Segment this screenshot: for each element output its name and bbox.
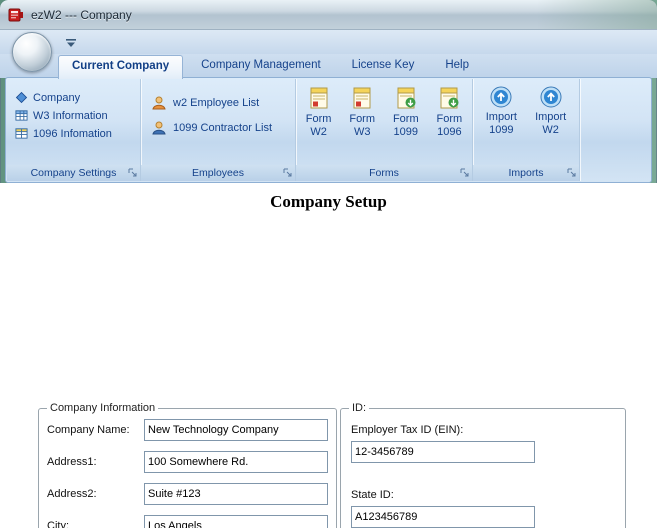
company-information-legend: Company Information [50,402,156,414]
page-title: Company Setup [270,192,387,211]
address1-input[interactable] [144,451,328,473]
group-label-imports: Imports [473,165,579,181]
form-doc-arrow-icon [397,87,416,109]
form-doc-icon [310,87,328,109]
company-name-label: Company Name: [47,424,130,436]
address2-input[interactable] [144,483,328,505]
city-input[interactable] [144,515,328,528]
tab-company-management[interactable]: Company Management [188,55,334,78]
application-orb-button[interactable] [12,32,52,72]
form-doc-icon [353,87,371,109]
ribbon-button-form-w3[interactable]: Form W3 [341,86,383,139]
ribbon-item-1099-contractor-list[interactable]: 1099 Contractor List [151,120,295,136]
ribbon-button-import-1099[interactable]: Import 1099 [480,86,522,137]
ribbon-button-form-1096[interactable]: Form 1096 [428,86,470,139]
quick-access-toolbar [0,30,657,54]
ein-label: Employer Tax ID (EIN): [351,424,464,436]
import-circle-icon [540,86,562,108]
chevron-down-icon [66,38,76,47]
person-icon [152,121,166,135]
company-name-row: Company Name: [47,419,328,441]
ribbon-group-forms: Form W2 Form W3 Form 1099 Form 1096 Form… [296,79,473,181]
w3-grid-icon [15,110,28,121]
address2-label: Address2: [47,488,97,500]
dialog-launcher-icon[interactable] [283,168,293,178]
ribbon-group-imports: Import 1099 Import W2 Imports [473,79,580,181]
city-label: City: [47,520,69,528]
ribbon-group-company-settings: Company W3 Information 1096 Infomation C… [7,79,141,181]
form-grid-icon [15,128,28,139]
ein-input[interactable] [351,441,535,463]
city-row: City: [47,515,328,528]
state-id-input[interactable] [351,506,535,528]
id-legend: ID: [352,402,367,414]
import-circle-icon [490,86,512,108]
dialog-launcher-icon[interactable] [128,168,138,178]
group-label-employees: Employees [141,165,295,181]
main-content: Company Setup Company Information Compan… [0,183,657,528]
state-id-label: State ID: [351,489,394,501]
tab-license-key[interactable]: License Key [339,55,428,78]
tab-current-company[interactable]: Current Company [58,55,184,79]
app-window: ezW2 --- Company Current Company Company… [0,0,657,528]
ribbon-item-company[interactable]: Company [15,91,140,104]
address1-row: Address1: [47,451,328,473]
address2-row: Address2: [47,483,328,505]
ribbon-group-employees: w2 Employee List 1099 Contractor List Em… [141,79,296,181]
ribbon-item-w2-employee-list[interactable]: w2 Employee List [151,95,295,111]
address1-label: Address1: [47,456,97,468]
person-icon [152,96,166,110]
ribbon-button-form-1099[interactable]: Form 1099 [385,86,427,139]
dialog-launcher-icon[interactable] [567,168,577,178]
id-groupbox: ID: Employer Tax ID (EIN): State ID: Soc… [340,402,626,528]
ribbon-button-import-w2[interactable]: Import W2 [530,86,572,137]
ribbon-tabs: Current Company Company Management Licen… [58,55,482,79]
tab-help[interactable]: Help [432,55,482,78]
dialog-launcher-icon[interactable] [460,168,470,178]
form-doc-arrow-icon [440,87,459,109]
company-icon [15,91,28,104]
company-name-input[interactable] [144,419,328,441]
group-label-company-settings: Company Settings [7,165,140,181]
ribbon-button-form-w2[interactable]: Form W2 [298,86,340,139]
group-label-forms: Forms [296,165,472,181]
app-icon [8,7,24,23]
company-information-groupbox: Company Information Company Name: Addres… [38,402,337,528]
window-titlebar: ezW2 --- Company [0,0,657,30]
qat-customize-button[interactable] [64,36,78,50]
ribbon-item-1096-information[interactable]: 1096 Infomation [15,127,140,140]
window-title: ezW2 --- Company [31,7,132,22]
ribbon: Company W3 Information 1096 Infomation C… [5,77,652,183]
ribbon-item-w3-information[interactable]: W3 Information [15,109,140,122]
